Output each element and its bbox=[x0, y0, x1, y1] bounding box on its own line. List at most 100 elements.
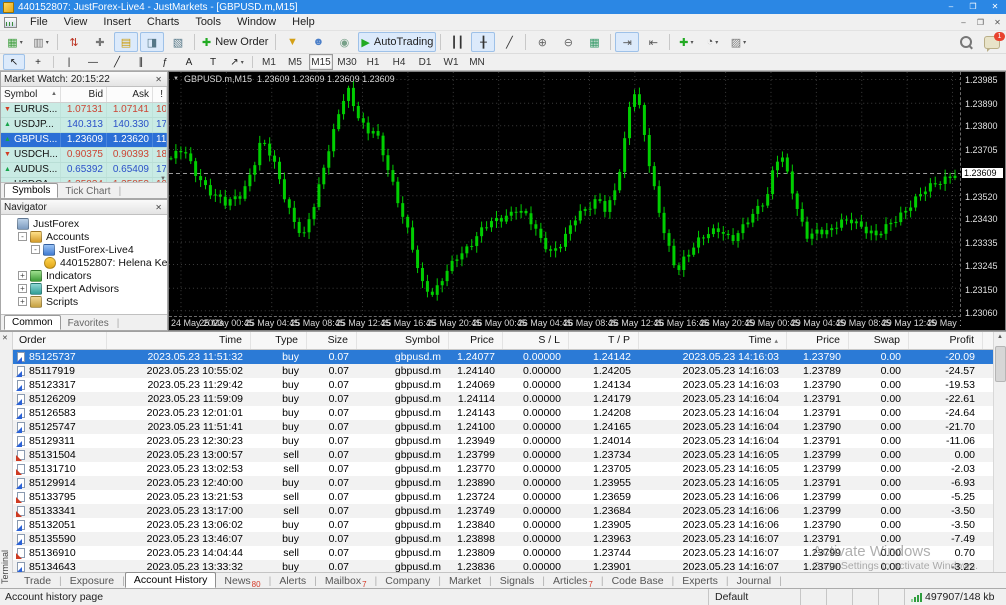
zoom-out-button[interactable]: ⊖ bbox=[556, 32, 580, 52]
history-row[interactable]: 85136910 2023.05.23 14:04:44 sell 0.07 gbpus… bbox=[13, 546, 994, 560]
navigator-item-justforex-live4[interactable]: - JustForex-Live4 bbox=[1, 243, 167, 256]
terminal-tab-articles[interactable]: Articles7 bbox=[545, 574, 601, 589]
menu-view[interactable]: View bbox=[56, 16, 96, 28]
close-button[interactable]: ✕ bbox=[984, 0, 1006, 14]
navigator-titlebar[interactable]: Navigator ✕ bbox=[1, 200, 167, 215]
chat-button[interactable]: ☻ bbox=[306, 32, 330, 52]
navigator-item-accounts[interactable]: - Accounts bbox=[1, 230, 167, 243]
close-icon[interactable]: ✕ bbox=[153, 75, 164, 84]
close-icon[interactable]: ✕ bbox=[2, 334, 8, 342]
strategy-tester-button[interactable]: ▧ bbox=[166, 32, 190, 52]
status-profile[interactable]: Default bbox=[708, 589, 800, 605]
market-watch-row[interactable]: ▲ AUDUS... 0.65392 0.65409 17 bbox=[1, 163, 167, 178]
history-row[interactable]: 85125737 2023.05.23 11:51:32 buy 0.07 gbpusd… bbox=[13, 350, 994, 364]
terminal-tab-alerts[interactable]: Alerts bbox=[271, 574, 314, 588]
line-chart-button[interactable]: ╱ bbox=[497, 32, 521, 52]
market-watch-row[interactable]: ▼USDCA...1.358341.3585319 bbox=[1, 178, 167, 182]
bar-chart-button[interactable]: ┃┃ bbox=[445, 32, 469, 52]
history-row[interactable]: 85123317 2023.05.23 11:29:42 buy 0.07 gbpusd… bbox=[13, 378, 994, 392]
history-row[interactable]: 85125747 2023.05.23 11:51:41 buy 0.07 gbpusd… bbox=[13, 420, 994, 434]
market-watch-tab-symbols[interactable]: Symbols bbox=[4, 183, 59, 198]
terminal-button[interactable]: ◨ bbox=[140, 32, 164, 52]
expander-icon[interactable]: + bbox=[18, 271, 27, 280]
history-row[interactable]: 85129914 2023.05.23 12:40:00 buy 0.07 gbpusd… bbox=[13, 476, 994, 490]
chart-shift-button[interactable]: ⇤ bbox=[641, 32, 665, 52]
history-row[interactable]: 85135590 2023.05.23 13:46:07 buy 0.07 gbpusd… bbox=[13, 532, 994, 546]
timeframe-m15[interactable]: M15 bbox=[309, 54, 333, 70]
close-icon[interactable]: ✕ bbox=[153, 203, 164, 212]
navigator-tab-favorites[interactable]: Favorites bbox=[61, 317, 116, 330]
chevron-down-icon[interactable]: ▼ bbox=[173, 76, 179, 82]
timeframe-h1[interactable]: H1 bbox=[361, 54, 385, 70]
horizontal-line-button[interactable]: — bbox=[82, 54, 104, 70]
market-watch-row[interactable]: ▲ USDJP... 140.313 140.330 17 bbox=[1, 118, 167, 133]
navigator-item-justforex[interactable]: JustForex bbox=[1, 217, 167, 230]
cursor-button[interactable]: ↖ bbox=[3, 54, 25, 70]
community-button[interactable]: ◉ bbox=[332, 32, 356, 52]
timeframe-m5[interactable]: M5 bbox=[283, 54, 307, 70]
auto-scroll-button[interactable]: ⇥ bbox=[615, 32, 640, 52]
indicators-dialog-button[interactable]: ▼ bbox=[280, 32, 304, 52]
market-watch-row[interactable]: ▼ EURUS... 1.07131 1.07141 10 bbox=[1, 103, 167, 118]
terminal-tab-mailbox[interactable]: Mailbox7 bbox=[317, 574, 375, 589]
terminal-tab-account-history[interactable]: Account History bbox=[124, 572, 217, 588]
candlestick-plot[interactable] bbox=[169, 72, 961, 317]
terminal-tab-code-base[interactable]: Code Base bbox=[604, 574, 672, 588]
text-button[interactable]: A bbox=[178, 54, 200, 70]
expander-icon[interactable]: + bbox=[18, 297, 27, 306]
vertical-line-button[interactable]: | bbox=[58, 54, 80, 70]
terminal-tab-market[interactable]: Market bbox=[441, 574, 489, 588]
history-row[interactable]: 85133341 2023.05.23 13:17:00 sell 0.07 gbpus… bbox=[13, 504, 994, 518]
market-watch-button[interactable]: ⇅ bbox=[62, 32, 86, 52]
history-row[interactable]: 85126209 2023.05.23 11:59:09 buy 0.07 gbpusd… bbox=[13, 392, 994, 406]
notifications-icon[interactable]: 1 bbox=[984, 31, 1005, 52]
timeframe-m30[interactable]: M30 bbox=[335, 54, 359, 70]
history-col-11[interactable]: Profit bbox=[909, 332, 983, 349]
market-watch-col-1[interactable]: Bid bbox=[61, 87, 107, 102]
terminal-tab-trade[interactable]: Trade bbox=[16, 574, 59, 588]
history-col-2[interactable]: Type bbox=[251, 332, 307, 349]
market-watch-row[interactable]: ▼ USDCH... 0.90375 0.90393 18 bbox=[1, 148, 167, 163]
table-scrollbar[interactable]: ▲ ▼ bbox=[993, 332, 1006, 588]
history-row[interactable]: 85132051 2023.05.23 13:06:02 buy 0.07 gbpusd… bbox=[13, 518, 994, 532]
profiles-button[interactable]: ▥ ▾ bbox=[29, 32, 53, 52]
history-col-0[interactable]: Order bbox=[13, 332, 107, 349]
periods-button[interactable]: ◔ ▾ bbox=[700, 32, 724, 52]
timeframe-d1[interactable]: D1 bbox=[413, 54, 437, 70]
navigator-item-indicators[interactable]: + Indicators bbox=[1, 269, 167, 282]
chart-window[interactable]: ▼ GBPUSD.m,M15 1.23609 1.23609 1.23609 1… bbox=[168, 71, 1006, 331]
history-col-9[interactable]: Price bbox=[787, 332, 849, 349]
zoom-in-button[interactable]: ⊕ bbox=[530, 32, 554, 52]
timeframe-m1[interactable]: M1 bbox=[257, 54, 281, 70]
navigator-item-440152807-helena-kesum[interactable]: 440152807: Helena Kesum bbox=[1, 256, 167, 269]
history-col-6[interactable]: S / L bbox=[503, 332, 569, 349]
navigator-item-scripts[interactable]: + Scripts bbox=[1, 295, 167, 308]
new-order-button[interactable]: ✚ New Order bbox=[199, 32, 271, 52]
menu-insert[interactable]: Insert bbox=[95, 16, 139, 28]
menu-help[interactable]: Help bbox=[284, 16, 323, 28]
restore-button[interactable]: ❐ bbox=[962, 0, 984, 14]
history-row[interactable]: 85129311 2023.05.23 12:30:23 buy 0.07 gbpusd… bbox=[13, 434, 994, 448]
channel-button[interactable]: ∥ bbox=[130, 54, 152, 70]
crosshair-button[interactable]: + bbox=[27, 54, 49, 70]
menu-file[interactable]: File bbox=[22, 16, 56, 28]
market-watch-col-3[interactable]: ! bbox=[153, 87, 167, 102]
scroll-up-icon[interactable]: ▲ bbox=[51, 87, 57, 102]
navigator-tab-common[interactable]: Common bbox=[4, 315, 61, 330]
trendline-button[interactable]: ╱ bbox=[106, 54, 128, 70]
market-watch-row[interactable]: ▲ GBPUS... 1.23609 1.23620 11 bbox=[1, 133, 167, 148]
terminal-tab-journal[interactable]: Journal bbox=[729, 574, 779, 588]
terminal-tab-company[interactable]: Company bbox=[377, 574, 438, 588]
tile-windows-button[interactable]: ▦ bbox=[582, 32, 606, 52]
market-watch-col-2[interactable]: Ask bbox=[107, 87, 153, 102]
history-col-7[interactable]: T / P bbox=[569, 332, 639, 349]
history-row[interactable]: 85126583 2023.05.23 12:01:01 buy 0.07 gbpusd… bbox=[13, 406, 994, 420]
text-label-button[interactable]: T bbox=[202, 54, 224, 70]
scrollbar-thumb[interactable] bbox=[995, 346, 1006, 382]
chart-close-button[interactable]: ✕ bbox=[989, 18, 1006, 27]
history-col-5[interactable]: Price bbox=[449, 332, 503, 349]
objects-button[interactable]: ↗ ▾ bbox=[226, 54, 248, 70]
chart-minimize-button[interactable]: – bbox=[955, 18, 972, 27]
timeframe-w1[interactable]: W1 bbox=[439, 54, 463, 70]
history-row[interactable]: 85133795 2023.05.23 13:21:53 sell 0.07 gbpus… bbox=[13, 490, 994, 504]
